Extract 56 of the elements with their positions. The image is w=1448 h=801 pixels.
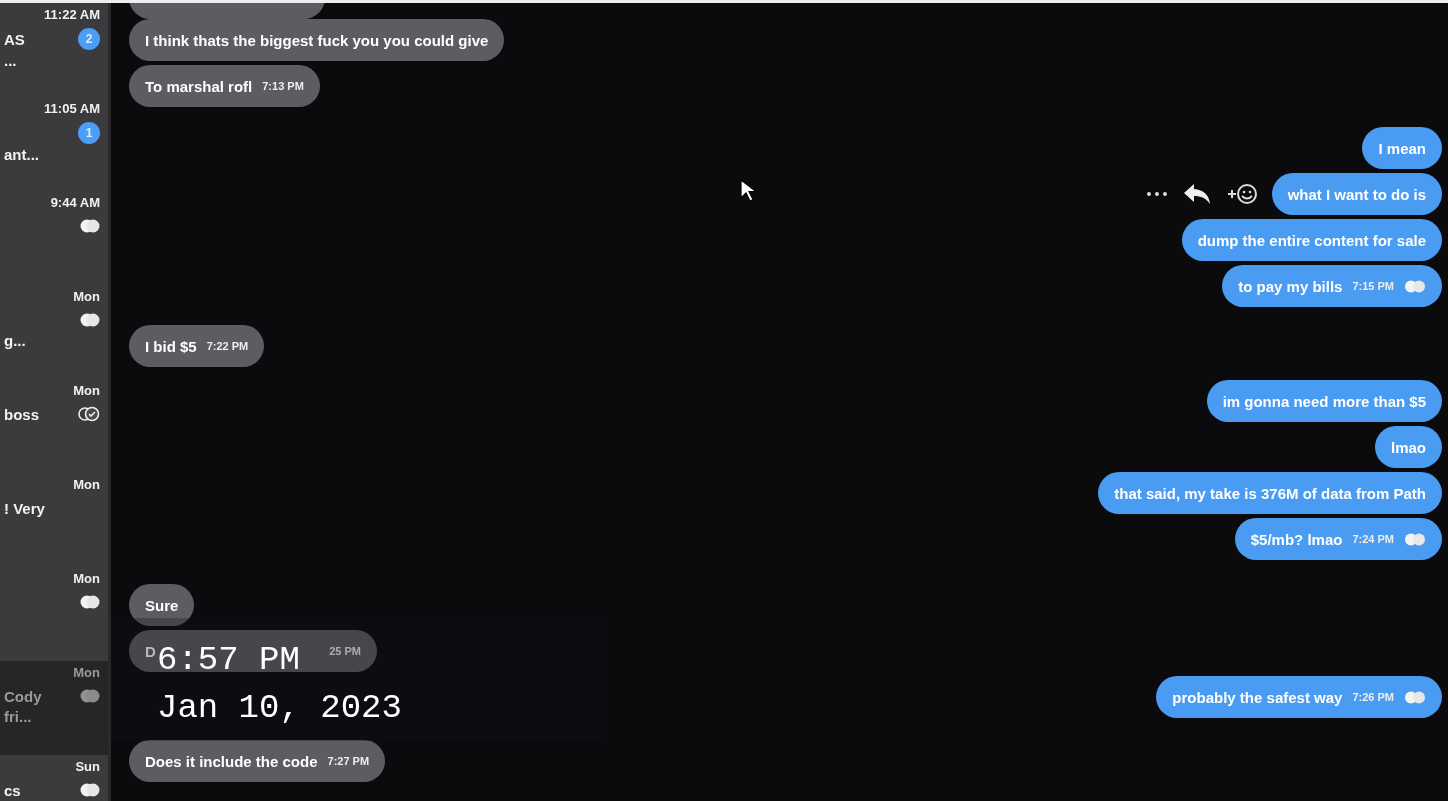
conversation-item[interactable]: 11:05 AM 1 ant...: [0, 97, 108, 191]
conversation-item[interactable]: Mon boss: [0, 379, 108, 473]
message-text: im gonna need more than $5: [1222, 392, 1426, 410]
caption-time: 6:57 PM: [157, 640, 300, 681]
conversation-snippet: ant...: [4, 146, 40, 163]
message-text: Does it include the code: [145, 752, 318, 770]
mouse-cursor-icon: [739, 179, 757, 203]
conversation-time: Mon: [73, 571, 100, 586]
conversation-time: 11:05 AM: [44, 101, 100, 116]
message-text: $5/mb? lmao: [1250, 530, 1343, 548]
message-time: 7:22 PM: [206, 340, 249, 352]
conversation-item[interactable]: Sun cs: [0, 755, 108, 801]
conversation-item[interactable]: 11:22 AM AS 2 ...: [0, 3, 108, 97]
conversation-item[interactable]: Mon ! Very: [0, 473, 108, 567]
conversation-item[interactable]: Mon g...: [0, 285, 108, 379]
message-text: I mean: [1378, 139, 1426, 157]
conversation-item[interactable]: Mon: [0, 567, 108, 661]
unread-count: 1: [78, 122, 100, 144]
conversation-item[interactable]: 9:44 AM: [0, 191, 108, 285]
message-text: what I want to do is: [1287, 185, 1426, 203]
more-options-icon[interactable]: [1145, 191, 1168, 197]
message-time: 7:27 PM: [327, 755, 370, 767]
message-text: to pay my bills: [1238, 277, 1343, 295]
conversation-time: Mon: [73, 289, 100, 304]
message-text: I think thats the biggest fuck you you could give: [145, 31, 489, 49]
message-text: D: [145, 642, 156, 660]
conversation-name: boss: [4, 405, 39, 423]
message-time: 7:26 PM: [1352, 691, 1394, 703]
message-text: that said, my take is 376M of data from Path: [1114, 484, 1426, 502]
conversation-snippet: g...: [4, 332, 27, 349]
message-text: dump the entire content for sale: [1197, 231, 1426, 249]
conversation-snippet: ...: [4, 52, 18, 69]
conversation-time: Mon: [73, 665, 100, 680]
message-time: 7:13 PM: [262, 80, 304, 92]
conversation-time: 9:44 AM: [50, 195, 100, 210]
conversation-name: AS: [4, 30, 25, 48]
message-text: lmao: [1391, 438, 1426, 456]
conversation-item[interactable]: Mon Cody fri...: [0, 661, 108, 755]
message-text: I bid $5: [145, 337, 197, 355]
conversation-time: 11:22 AM: [44, 7, 100, 22]
add-reaction-icon[interactable]: [1225, 182, 1258, 206]
message-text: Sure: [145, 596, 179, 614]
unread-count: 2: [78, 28, 100, 50]
conversation-time: Mon: [73, 477, 100, 492]
message-time: 7:15 PM: [1352, 280, 1394, 292]
conversation-time: Sun: [75, 759, 100, 774]
message-text: probably the safest way: [1172, 688, 1343, 706]
message-text: To marshal rofl: [145, 77, 253, 95]
message-time: 25 PM: [329, 645, 361, 657]
message-time: 7:24 PM: [1352, 533, 1394, 545]
conversation-time: Mon: [73, 383, 100, 398]
conversation-name: Cody: [4, 687, 42, 705]
caption-date: Jan 10, 2023: [157, 688, 402, 729]
conversation-snippet: fri...: [4, 708, 33, 725]
conversation-name: ! Very: [4, 499, 45, 517]
conversation-name: cs: [4, 781, 21, 799]
